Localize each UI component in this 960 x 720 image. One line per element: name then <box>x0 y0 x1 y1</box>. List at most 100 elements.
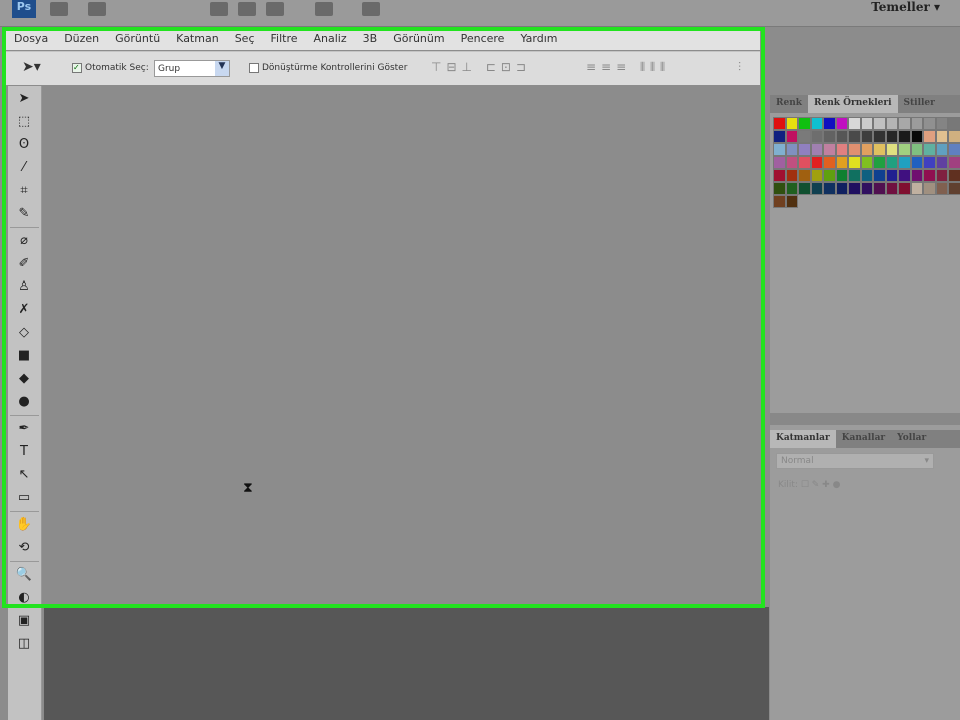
color-swatch[interactable] <box>848 143 861 156</box>
color-swatch[interactable] <box>860 156 873 169</box>
color-swatch[interactable] <box>798 117 811 130</box>
color-swatch[interactable] <box>785 156 798 169</box>
menu-duzen[interactable]: Düzen <box>56 30 107 50</box>
blend-mode-dropdown[interactable]: Normal ▾ <box>776 453 934 469</box>
document-canvas-area[interactable] <box>8 86 760 606</box>
color-swatch[interactable] <box>848 169 861 182</box>
color-swatch[interactable] <box>785 117 798 130</box>
color-swatch[interactable] <box>873 182 886 195</box>
tool-button-icon[interactable]: ↖ <box>13 465 35 485</box>
color-swatch[interactable] <box>823 182 836 195</box>
color-swatch[interactable] <box>923 182 936 195</box>
color-swatch[interactable] <box>773 195 786 208</box>
tool-button-icon[interactable]: ◇ <box>13 323 35 343</box>
color-swatch[interactable] <box>935 182 948 195</box>
color-swatch[interactable] <box>873 117 886 130</box>
tool-button-icon[interactable]: ⁄ <box>13 158 35 178</box>
color-swatch[interactable] <box>923 156 936 169</box>
tool-button-icon[interactable]: ◫ <box>13 634 35 654</box>
color-swatch[interactable] <box>835 117 848 130</box>
color-swatch[interactable] <box>935 143 948 156</box>
color-swatch[interactable] <box>923 143 936 156</box>
menu-yardim[interactable]: Yardım <box>512 30 565 50</box>
color-swatch[interactable] <box>885 182 898 195</box>
color-swatch[interactable] <box>773 169 786 182</box>
color-swatch[interactable] <box>935 169 948 182</box>
color-swatch[interactable] <box>823 130 836 143</box>
hand-tool-icon[interactable] <box>210 2 228 16</box>
color-swatch[interactable] <box>848 156 861 169</box>
color-swatch[interactable] <box>910 169 923 182</box>
menu-sec[interactable]: Seç <box>227 30 263 50</box>
color-swatch[interactable] <box>898 169 911 182</box>
color-swatch[interactable] <box>873 130 886 143</box>
screen-mode-icon[interactable] <box>362 2 380 16</box>
color-swatch[interactable] <box>860 143 873 156</box>
color-swatch[interactable] <box>948 169 960 182</box>
color-swatch[interactable] <box>810 143 823 156</box>
color-swatch[interactable] <box>785 169 798 182</box>
tab-renk[interactable]: Renk <box>770 95 808 113</box>
color-swatch[interactable] <box>898 156 911 169</box>
color-swatch[interactable] <box>848 117 861 130</box>
color-swatch[interactable] <box>835 130 848 143</box>
color-swatch[interactable] <box>798 143 811 156</box>
auto-align-icon[interactable]: ⫶ <box>738 60 741 75</box>
color-swatch[interactable] <box>810 169 823 182</box>
color-swatch[interactable] <box>910 182 923 195</box>
color-swatch[interactable] <box>948 182 960 195</box>
menu-filtre[interactable]: Filtre <box>263 30 306 50</box>
color-swatch[interactable] <box>948 143 960 156</box>
color-swatch[interactable] <box>798 182 811 195</box>
color-swatch[interactable] <box>898 130 911 143</box>
tab-stiller[interactable]: Stiller <box>898 95 941 113</box>
color-swatch[interactable] <box>810 182 823 195</box>
color-swatch[interactable] <box>923 169 936 182</box>
color-swatch[interactable] <box>785 143 798 156</box>
distribute-buttons-icon[interactable]: ≡≡≡ ⫴⫴⫴ <box>586 60 670 75</box>
color-swatch[interactable] <box>860 130 873 143</box>
color-swatch[interactable] <box>923 130 936 143</box>
color-swatch[interactable] <box>773 117 786 130</box>
auto-select-dropdown[interactable]: Grup ▼ <box>154 60 230 77</box>
color-swatch[interactable] <box>785 195 798 208</box>
color-swatch[interactable] <box>885 117 898 130</box>
color-swatch[interactable] <box>785 130 798 143</box>
menu-dosya[interactable]: Dosya <box>6 30 56 50</box>
tool-button-icon[interactable]: ✗ <box>13 300 35 320</box>
color-swatch[interactable] <box>910 117 923 130</box>
color-swatch[interactable] <box>873 156 886 169</box>
color-swatch[interactable] <box>898 117 911 130</box>
color-swatch[interactable] <box>798 156 811 169</box>
tool-button-icon[interactable]: ✐ <box>13 254 35 274</box>
color-swatch[interactable] <box>773 156 786 169</box>
auto-select-checkbox[interactable]: ✓ <box>72 63 82 73</box>
tool-button-icon[interactable]: ➤ <box>13 89 35 109</box>
bridge-icon[interactable] <box>50 2 68 16</box>
color-swatch[interactable] <box>910 130 923 143</box>
color-swatch[interactable] <box>885 169 898 182</box>
tab-kanallar[interactable]: Kanallar <box>836 430 891 448</box>
color-swatch[interactable] <box>948 117 960 130</box>
color-swatch[interactable] <box>773 143 786 156</box>
color-swatch[interactable] <box>935 156 948 169</box>
color-swatch[interactable] <box>823 117 836 130</box>
lock-icons[interactable]: ☐ ✎ ✚ ● <box>801 480 841 490</box>
color-swatch[interactable] <box>810 156 823 169</box>
color-swatch[interactable] <box>898 143 911 156</box>
color-swatch[interactable] <box>910 156 923 169</box>
tool-button-icon[interactable]: ✋ <box>13 515 35 535</box>
color-swatch[interactable] <box>798 130 811 143</box>
color-swatch[interactable] <box>910 143 923 156</box>
color-swatch[interactable] <box>810 130 823 143</box>
zoom-tool-icon[interactable] <box>238 2 256 16</box>
tool-button-icon[interactable]: ◆ <box>13 369 35 389</box>
color-swatch[interactable] <box>823 143 836 156</box>
workspace-switcher[interactable]: Temeller ▾ <box>871 0 940 14</box>
tool-button-icon[interactable]: ⟲ <box>13 538 35 558</box>
color-swatch[interactable] <box>823 169 836 182</box>
color-swatch[interactable] <box>898 182 911 195</box>
color-swatch[interactable] <box>885 143 898 156</box>
tab-yollar[interactable]: Yollar <box>891 430 932 448</box>
color-swatch[interactable] <box>848 182 861 195</box>
